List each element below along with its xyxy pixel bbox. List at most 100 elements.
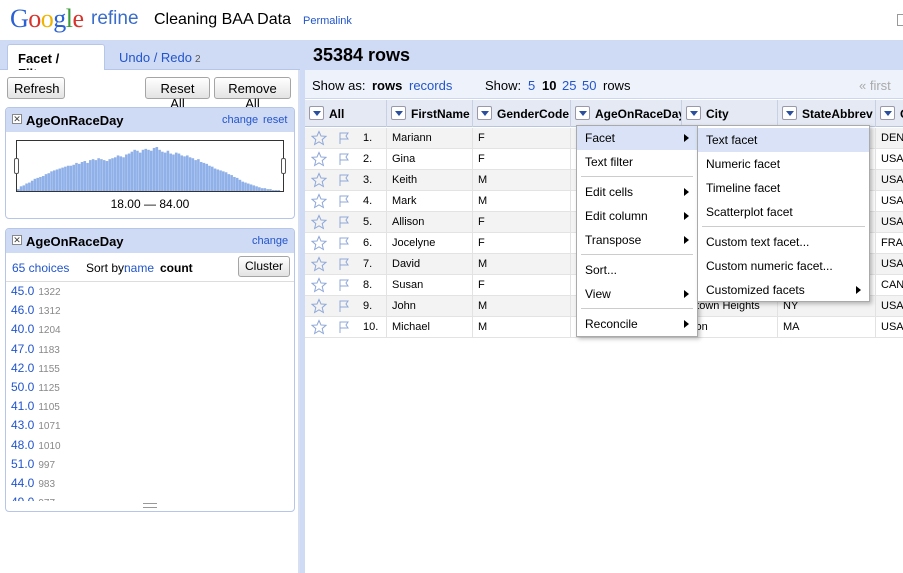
table-cell-gender[interactable]: M xyxy=(473,254,571,275)
table-cell-first[interactable]: Gina xyxy=(387,149,473,170)
menu-item-reconcile[interactable]: Reconcile xyxy=(577,312,697,336)
facet-choice-value[interactable]: 48.0 xyxy=(11,438,34,452)
flag-icon[interactable] xyxy=(337,152,351,166)
menu-item-sort[interactable]: Sort... xyxy=(577,258,697,282)
table-cell-first[interactable]: Mark xyxy=(387,191,473,212)
table-cell-first[interactable]: Keith xyxy=(387,170,473,191)
reset-all-button[interactable]: Reset All xyxy=(145,77,210,111)
page-size-25[interactable]: 25 xyxy=(562,78,576,93)
flag-icon[interactable] xyxy=(337,173,351,187)
page-size-10[interactable]: 10 xyxy=(542,78,556,93)
histogram[interactable] xyxy=(14,140,286,192)
submenu-item-customized-facets[interactable]: Customized facets xyxy=(698,278,869,302)
remove-all-button[interactable]: Remove All xyxy=(214,77,291,111)
facet-choice[interactable]: 51.0 997 xyxy=(6,455,294,474)
menu-item-transpose[interactable]: Transpose xyxy=(577,228,697,252)
flag-icon[interactable] xyxy=(337,299,351,313)
facet-choice-value[interactable]: 50.0 xyxy=(11,380,34,394)
star-icon[interactable] xyxy=(311,172,327,188)
column-header-firstname[interactable]: FirstName xyxy=(387,100,473,127)
flag-icon[interactable] xyxy=(337,257,351,271)
table-cell-country[interactable]: USA xyxy=(876,149,903,170)
column-header-all[interactable]: All xyxy=(305,100,387,127)
google-logo[interactable]: Google xyxy=(10,4,84,34)
column-header-stateabbrev[interactable]: StateAbbrev xyxy=(778,100,876,127)
facet-choice[interactable]: 40.0 1204 xyxy=(6,320,294,339)
table-cell-country[interactable]: USA xyxy=(876,170,903,191)
facet-choice-value[interactable]: 47.0 xyxy=(11,342,34,356)
menu-item-facet[interactable]: Facet xyxy=(577,126,697,150)
cluster-button[interactable]: Cluster xyxy=(238,256,290,277)
show-as-rows[interactable]: rows xyxy=(372,78,402,93)
facet-choice[interactable]: 45.0 1322 xyxy=(6,282,294,301)
table-cell-country[interactable]: USA xyxy=(876,212,903,233)
tab-undo-redo[interactable]: Undo / Redo 2 xyxy=(109,44,211,70)
submenu-item-custom-text-facet[interactable]: Custom text facet... xyxy=(698,230,869,254)
table-cell-gender[interactable]: F xyxy=(473,275,571,296)
column-header-country[interactable]: C xyxy=(876,100,903,127)
table-cell-first[interactable]: John xyxy=(387,296,473,317)
table-cell-gender[interactable]: M xyxy=(473,170,571,191)
facet-choice[interactable]: 43.0 1071 xyxy=(6,416,294,435)
page-size-50[interactable]: 50 xyxy=(582,78,596,93)
submenu-item-text-facet[interactable]: Text facet xyxy=(698,128,869,152)
facet-choice[interactable]: 41.0 1105 xyxy=(6,397,294,416)
flag-icon[interactable] xyxy=(337,278,351,292)
facet-choice[interactable]: 42.0 1155 xyxy=(6,359,294,378)
close-icon[interactable]: ✕ xyxy=(12,114,22,124)
star-icon[interactable] xyxy=(311,256,327,272)
facet-choice[interactable]: 48.0 1010 xyxy=(6,436,294,455)
numeric-facet-change-link[interactable]: change xyxy=(222,114,258,126)
table-cell-gender[interactable]: M xyxy=(473,296,571,317)
tab-facet-filter[interactable]: Facet / Filter xyxy=(7,44,105,81)
facet-choice[interactable]: 49.0 977 xyxy=(6,493,294,501)
chevron-down-icon[interactable] xyxy=(782,106,797,120)
facet-choice-value[interactable]: 41.0 xyxy=(11,399,34,413)
menu-item-text-filter[interactable]: Text filter xyxy=(577,150,697,174)
flag-icon[interactable] xyxy=(337,194,351,208)
facet-choice-value[interactable]: 51.0 xyxy=(11,457,34,471)
flag-icon[interactable] xyxy=(337,236,351,250)
resize-grip[interactable] xyxy=(143,503,157,508)
facet-choice[interactable]: 46.0 1312 xyxy=(6,301,294,320)
facet-choice-value[interactable]: 42.0 xyxy=(11,361,34,375)
sort-by-name-link[interactable]: name xyxy=(124,261,154,275)
star-icon[interactable] xyxy=(311,151,327,167)
table-cell-gender[interactable]: F xyxy=(473,128,571,149)
permalink-link[interactable]: Permalink xyxy=(303,15,352,27)
histogram-left-handle[interactable] xyxy=(14,158,19,174)
choices-count-link[interactable]: 65 choices xyxy=(12,261,69,275)
table-cell-country[interactable]: USA xyxy=(876,191,903,212)
facet-choice[interactable]: 44.0 983 xyxy=(6,474,294,493)
submenu-item-scatterplot-facet[interactable]: Scatterplot facet xyxy=(698,200,869,224)
table-cell-gender[interactable]: F xyxy=(473,233,571,254)
menu-item-edit-cells[interactable]: Edit cells xyxy=(577,180,697,204)
refresh-button[interactable]: Refresh xyxy=(7,77,65,99)
table-cell-gender[interactable]: F xyxy=(473,212,571,233)
star-icon[interactable] xyxy=(311,214,327,230)
facet-choice-value[interactable]: 45.0 xyxy=(11,284,34,298)
menu-item-edit-column[interactable]: Edit column xyxy=(577,204,697,228)
column-header-city[interactable]: City xyxy=(682,100,778,127)
column-header-ageonraceday[interactable]: AgeOnRaceDay xyxy=(571,100,682,127)
sort-by-count-label[interactable]: count xyxy=(160,261,193,275)
table-cell-first[interactable]: Mariann xyxy=(387,128,473,149)
chevron-down-icon[interactable] xyxy=(309,106,324,120)
chevron-down-icon[interactable] xyxy=(391,106,406,120)
table-cell-gender[interactable]: M xyxy=(473,317,571,338)
refine-logo-text[interactable]: refine xyxy=(91,8,139,30)
facet-choice-value[interactable]: 49.0 xyxy=(11,495,34,501)
star-icon[interactable] xyxy=(311,277,327,293)
close-icon[interactable]: ✕ xyxy=(12,235,22,245)
star-icon[interactable] xyxy=(311,193,327,209)
facet-choice[interactable]: 47.0 1183 xyxy=(6,340,294,359)
first-page-link[interactable]: « first xyxy=(859,78,891,93)
table-cell-country[interactable]: CAN xyxy=(876,275,903,296)
facet-choice-value[interactable]: 44.0 xyxy=(11,476,34,490)
menu-item-view[interactable]: View xyxy=(577,282,697,306)
star-icon[interactable] xyxy=(311,235,327,251)
table-cell-state[interactable]: MA xyxy=(778,317,876,338)
chevron-down-icon[interactable] xyxy=(686,106,701,120)
text-facet-change-link[interactable]: change xyxy=(252,235,288,247)
star-icon[interactable] xyxy=(311,319,327,335)
